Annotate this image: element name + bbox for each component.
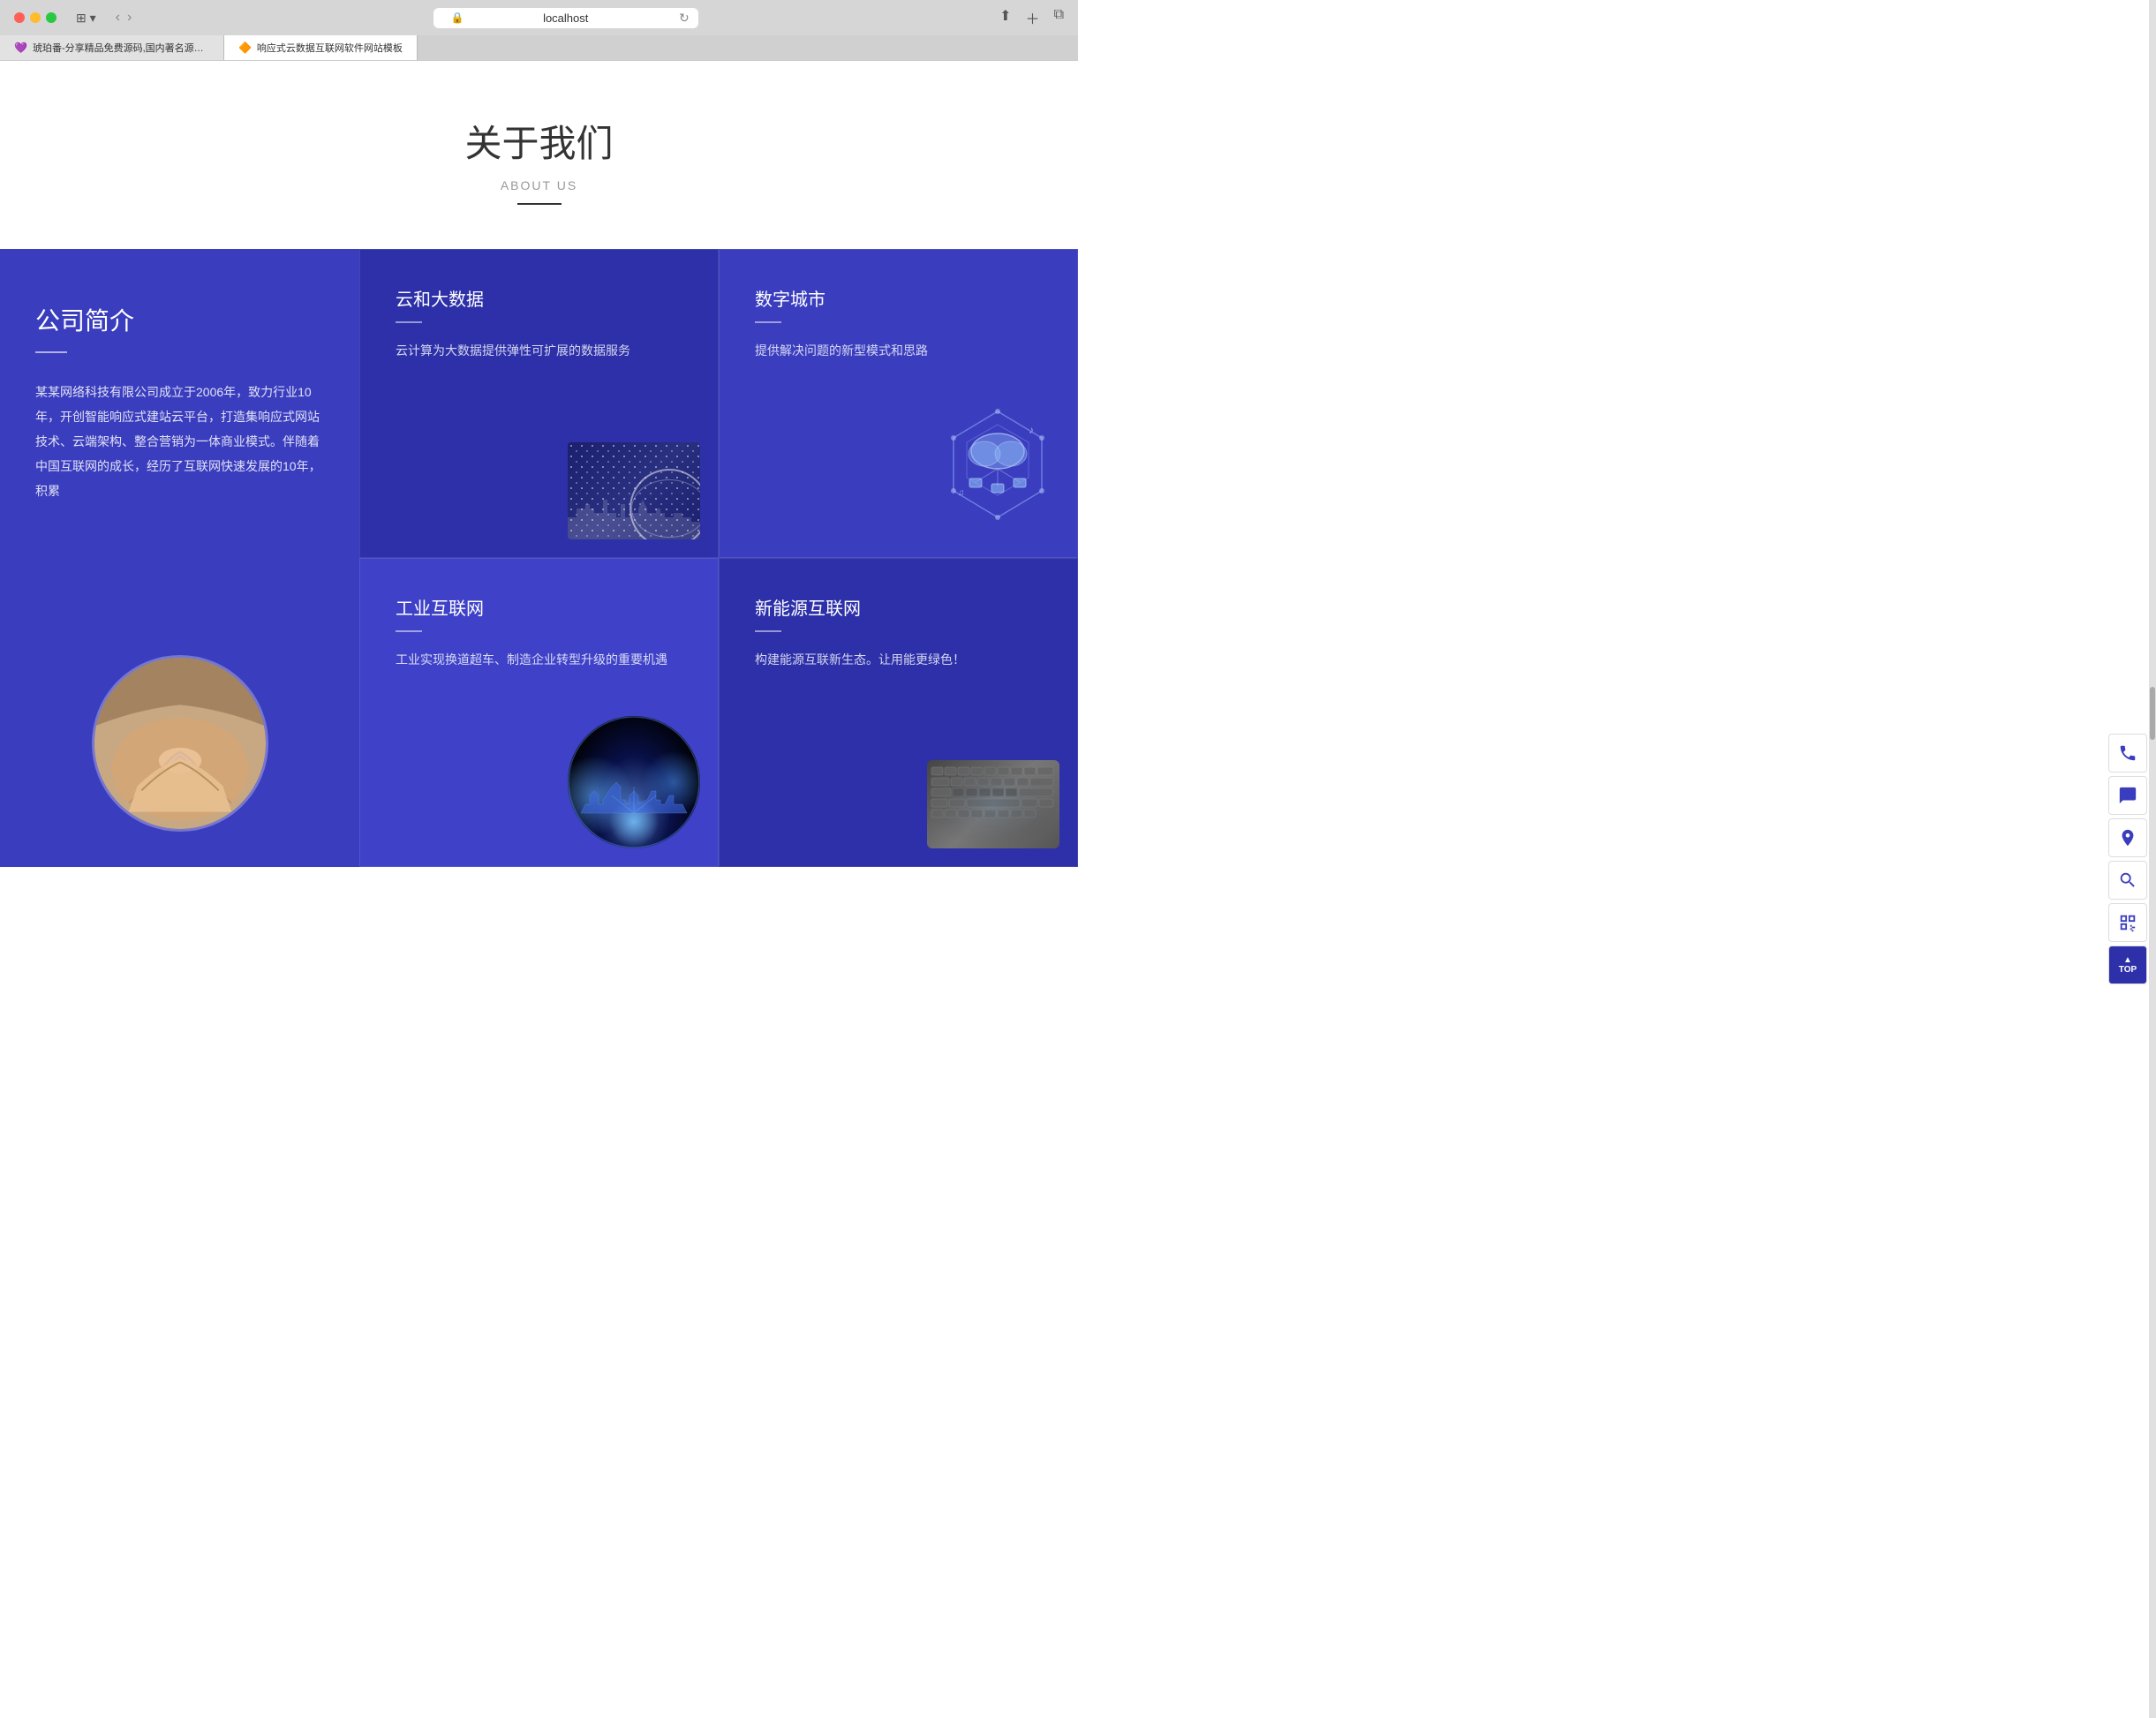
tab-2[interactable]: 🔶 响应式云数据互联网软件网站模板 bbox=[224, 35, 418, 60]
card2-description: 提供解决问题的新型模式和思路 bbox=[755, 341, 1042, 360]
tab1-label: 琥珀番-分享精品免费源码,国内著名源码社区！ bbox=[33, 41, 209, 55]
about-subtitle: ABOUT US bbox=[18, 178, 1060, 192]
search-float-button[interactable] bbox=[2108, 861, 2147, 900]
card-digital-city: 数字城市 提供解决问题的新型模式和思路 bbox=[719, 249, 1078, 558]
company-intro-description: 某某网络科技有限公司成立于2006年，致力行业10年，开创智能响应式建站云平台，… bbox=[35, 380, 324, 503]
card2-title: 数字城市 bbox=[755, 285, 1042, 311]
company-intro-title: 公司简介 bbox=[35, 302, 324, 337]
main-grid: 公司简介 某某网络科技有限公司成立于2006年，致力行业10年，开创智能响应式建… bbox=[0, 249, 1078, 867]
company-intro-panel: 公司简介 某某网络科技有限公司成立于2006年，致力行业10年，开创智能响应式建… bbox=[0, 249, 359, 867]
maximize-button[interactable] bbox=[46, 12, 57, 23]
company-intro-divider bbox=[35, 351, 67, 353]
card2-divider bbox=[755, 321, 781, 323]
back-button[interactable]: ‹ bbox=[116, 10, 120, 26]
browser-nav: ‹ › bbox=[116, 10, 132, 26]
location-icon bbox=[2118, 828, 2137, 848]
tab2-icon: 🔶 bbox=[238, 41, 252, 54]
card1-divider bbox=[396, 321, 422, 323]
keyboard-image bbox=[927, 760, 1059, 848]
close-button[interactable] bbox=[14, 12, 25, 23]
new-tab-icon[interactable]: ＋ bbox=[1026, 7, 1040, 28]
traffic-lights bbox=[14, 12, 57, 23]
card1-description: 云计算为大数据提供弹性可扩展的数据服务 bbox=[396, 341, 682, 360]
scrollbar-thumb[interactable] bbox=[2150, 687, 2155, 740]
industrial-circle bbox=[568, 716, 700, 848]
hex-cloud-svg: ♪ ♫ bbox=[927, 394, 1068, 535]
search-icon bbox=[2118, 870, 2137, 890]
forward-button[interactable]: › bbox=[127, 10, 132, 26]
reload-button[interactable]: ↻ bbox=[679, 11, 690, 26]
card-cloud-bigdata: 云和大数据 云计算为大数据提供弹性可扩展的数据服务 bbox=[359, 249, 719, 558]
card3-title: 工业互联网 bbox=[396, 594, 682, 620]
company-intro-image bbox=[92, 655, 268, 832]
chat-float-button[interactable] bbox=[2108, 776, 2147, 815]
browser-actions: ⬆ ＋ ⧉ bbox=[999, 7, 1064, 28]
city-outline-svg bbox=[568, 716, 700, 848]
card3-description: 工业实现换道超车、制造企业转型升级的重要机遇 bbox=[396, 650, 682, 669]
card3-divider bbox=[396, 630, 422, 632]
top-label: TOP bbox=[2119, 965, 2137, 975]
qr-float-button[interactable] bbox=[2108, 903, 2147, 942]
browser-tabs: 💜 琥珀番-分享精品免费源码,国内著名源码社区！ 🔶 响应式云数据互联网软件网站… bbox=[0, 35, 1078, 60]
address-bar-container: 🔒 ↻ bbox=[142, 8, 989, 28]
card4-description: 构建能源互联新生态。让用能更绿色！ bbox=[755, 650, 1042, 669]
svg-text:♫: ♫ bbox=[958, 488, 965, 498]
card-new-energy: 新能源互联网 构建能源互联新生态。让用能更绿色！ bbox=[719, 558, 1078, 867]
url-input[interactable] bbox=[433, 8, 698, 28]
phone-icon bbox=[2118, 743, 2137, 763]
svg-text:♪: ♪ bbox=[1029, 424, 1034, 436]
float-buttons: ▲ TOP bbox=[2108, 734, 2147, 984]
card1-title: 云和大数据 bbox=[396, 285, 682, 311]
tab2-label: 响应式云数据互联网软件网站模板 bbox=[257, 41, 403, 55]
world-map-image bbox=[568, 442, 700, 539]
about-divider bbox=[517, 203, 562, 205]
sidebar-toggle[interactable]: ⊞ ▾ bbox=[76, 11, 96, 26]
page-content: 关于我们 ABOUT US 公司简介 某某网络科技有限公司成立于2006年，致力… bbox=[0, 61, 1078, 867]
keyboard-svg bbox=[927, 760, 1059, 848]
about-header: 关于我们 ABOUT US bbox=[0, 61, 1078, 249]
hands-image bbox=[94, 658, 266, 829]
lock-icon: 🔒 bbox=[451, 11, 464, 24]
top-arrow: ▲ bbox=[2123, 955, 2132, 965]
tab-1[interactable]: 💜 琥珀番-分享精品免费源码,国内著名源码社区！ bbox=[0, 35, 224, 60]
cloud-tech-image: ♪ ♫ bbox=[927, 394, 1068, 539]
minimize-button[interactable] bbox=[30, 12, 41, 23]
qr-icon bbox=[2118, 913, 2137, 932]
keyboard-image-container bbox=[927, 760, 1059, 848]
scrollbar[interactable] bbox=[2149, 0, 2156, 1718]
about-title: 关于我们 bbox=[18, 114, 1060, 168]
card4-divider bbox=[755, 630, 781, 632]
industrial-image bbox=[568, 716, 700, 848]
share-icon[interactable]: ⬆ bbox=[999, 7, 1011, 28]
card4-title: 新能源互联网 bbox=[755, 594, 1042, 620]
card-industrial-internet: 工业互联网 工业实现换道超车、制造企业转型升级的重要机遇 bbox=[359, 558, 719, 867]
hands-svg bbox=[94, 658, 266, 829]
location-float-button[interactable] bbox=[2108, 818, 2147, 857]
tab1-icon: 💜 bbox=[14, 41, 27, 54]
back-to-top-button[interactable]: ▲ TOP bbox=[2108, 946, 2147, 984]
world-map-visual bbox=[568, 442, 700, 539]
city-silhouette bbox=[568, 486, 700, 539]
phone-float-button[interactable] bbox=[2108, 734, 2147, 772]
tabs-icon[interactable]: ⧉ bbox=[1054, 7, 1064, 28]
browser-chrome: ⊞ ▾ ‹ › 🔒 ↻ ⬆ ＋ ⧉ 💜 琥珀番-分享精品免费源码,国内著名源码社… bbox=[0, 0, 1078, 61]
chat-icon bbox=[2118, 786, 2137, 805]
